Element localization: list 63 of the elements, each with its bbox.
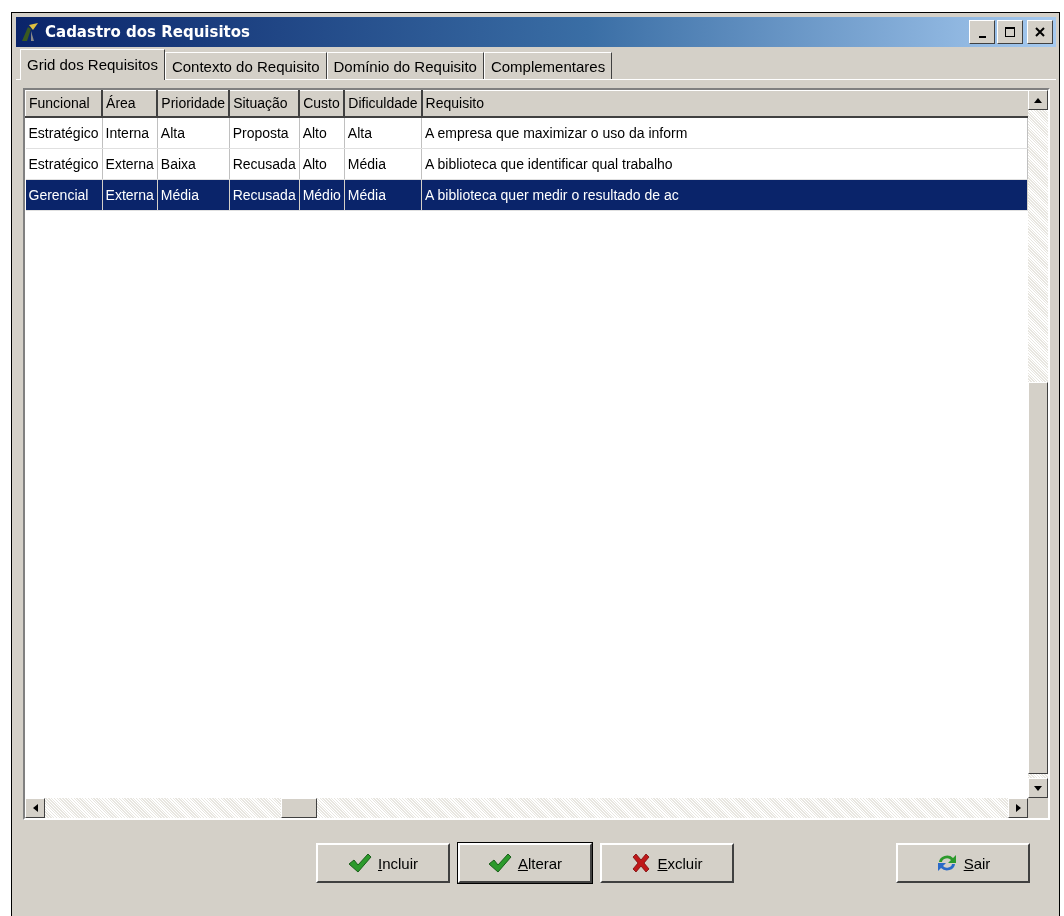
column-header[interactable]: Prioridade: [157, 90, 230, 117]
down-arrow-icon: [1034, 785, 1042, 791]
up-arrow-icon: [1034, 97, 1042, 103]
table-cell: Baixa: [160, 155, 196, 172]
table-cell: Alta: [160, 124, 185, 141]
table-cell: Média: [347, 155, 386, 172]
scroll-left-button[interactable]: [25, 798, 45, 818]
table-cell: Média: [347, 186, 386, 203]
refresh-icon: [935, 853, 958, 873]
scrollbar-corner: [1028, 798, 1048, 818]
column-header[interactable]: Dificuldade: [344, 90, 422, 117]
table-cell: A biblioteca que identificar qual trabalho: [425, 155, 673, 172]
minimize-button[interactable]: [969, 20, 995, 44]
table-cell: Média: [160, 186, 199, 203]
column-header[interactable]: Funcional: [25, 90, 103, 117]
scroll-right-button[interactable]: [1008, 798, 1028, 818]
maximize-icon: [1004, 26, 1016, 38]
table-cell: Estratégico: [28, 155, 99, 172]
table-cell: Médio: [302, 186, 341, 203]
right-arrow-icon: [1015, 804, 1021, 812]
close-button[interactable]: [1027, 20, 1053, 44]
table-cell: Estratégico: [28, 124, 99, 141]
button[interactable]: Alterar: [458, 843, 592, 883]
table-row[interactable]: Estratégico Externa Baixa Recusada Alto Média A biblioteca que identificar qual trabalho: [25, 148, 1028, 179]
column-header[interactable]: Requisito: [421, 90, 1028, 117]
column-header[interactable]: Área: [102, 90, 158, 117]
column-header[interactable]: Situação: [229, 90, 300, 117]
table-cell: Externa: [105, 186, 154, 203]
button[interactable]: Excluir: [600, 843, 734, 883]
app-icon: [19, 21, 41, 43]
horizontal-scrollbar[interactable]: [25, 798, 1048, 818]
scroll-up-button[interactable]: [1028, 90, 1048, 110]
window-title: Cadastro dos Requisitos: [45, 23, 250, 41]
tab[interactable]: Domínio do Requisito: [326, 52, 484, 79]
minimize-icon: [978, 36, 986, 38]
cross-icon: [631, 853, 652, 873]
table-cell: A empresa que maximizar o uso da inform: [425, 124, 688, 141]
left-arrow-icon: [32, 804, 38, 812]
table-cell: Interna: [105, 124, 150, 141]
table-cell: Recusada: [232, 155, 296, 172]
table-row[interactable]: Estratégico Interna Alta Proposta Alto Alta A empresa que maximizar o uso da inform: [25, 116, 1028, 148]
scroll-thumb[interactable]: [281, 798, 317, 818]
table-cell: Gerencial: [28, 186, 89, 203]
scroll-thumb[interactable]: [1028, 382, 1048, 774]
tab[interactable]: Complementares: [483, 52, 613, 79]
table-cell: Proposta: [232, 124, 289, 141]
table-cell: Recusada: [232, 186, 296, 203]
button[interactable]: Incluir: [316, 843, 450, 883]
table-cell: Alto: [302, 155, 327, 172]
tab[interactable]: Contexto do Requisito: [164, 52, 327, 79]
close-icon: [1035, 27, 1045, 37]
check-icon: [348, 853, 372, 873]
vertical-scrollbar[interactable]: [1028, 90, 1048, 798]
table-cell: Alto: [302, 124, 327, 141]
table-cell: Externa: [105, 155, 154, 172]
table-cell: A biblioteca quer medir o resultado de ac: [425, 186, 679, 203]
scroll-down-button[interactable]: [1028, 778, 1048, 798]
button[interactable]: Sair: [896, 843, 1030, 883]
check-icon: [487, 853, 512, 873]
table-cell: Alta: [347, 124, 372, 141]
tab[interactable]: Grid dos Requisitos: [20, 49, 165, 80]
maximize-button[interactable]: [997, 20, 1023, 44]
column-header[interactable]: Custo: [299, 90, 345, 117]
